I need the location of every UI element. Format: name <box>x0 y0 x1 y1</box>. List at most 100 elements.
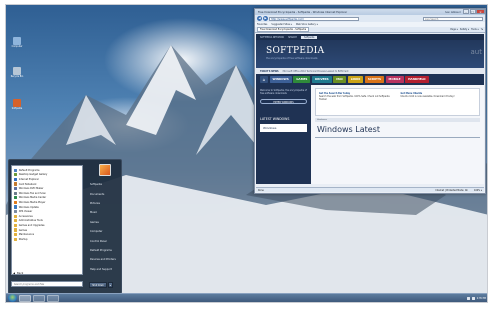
nav-games[interactable]: GAMES <box>293 76 311 83</box>
program-icon <box>14 205 18 209</box>
desktop-icon-softpedia[interactable]: Softpedia <box>10 99 24 111</box>
welcome-text: Welcome to Softpedia, the encyclopedia o… <box>260 89 307 95</box>
enter-windows-button[interactable]: ENTER WINDOWS <box>260 99 307 104</box>
start-orb-icon[interactable] <box>8 294 17 302</box>
desktop-icon-computer[interactable]: Computer <box>10 37 24 49</box>
back-button[interactable]: ◀ Back <box>13 272 23 275</box>
favorites-button[interactable]: Favorites <box>257 23 267 26</box>
nav-mac[interactable]: MAC <box>333 76 347 83</box>
nav-scripts[interactable]: SCRIPTS <box>364 76 385 83</box>
search-scope-select[interactable]: Softpedia <box>300 35 318 39</box>
minimize-button[interactable]: – <box>463 9 469 14</box>
program-icon <box>14 196 18 200</box>
user-name: Ivan Iabbaud <box>444 10 461 14</box>
back-arrow-icon: ◀ <box>13 272 15 275</box>
right-panel: Get the Search Bar today Search the web … <box>311 85 484 184</box>
list-item-label: Accessories <box>18 214 33 218</box>
security-zone[interactable]: Internet | Protected Mode: On <box>435 189 467 192</box>
taskbar: 2:35 PM <box>6 293 487 302</box>
windows-tab[interactable]: Windows <box>260 124 307 132</box>
right-item[interactable]: Default Programs <box>87 246 121 255</box>
folder-icon <box>14 228 18 232</box>
tools-menu[interactable]: Tools ▾ <box>471 28 479 31</box>
list-item-label: Windows DVD Maker <box>18 187 44 191</box>
right-item[interactable]: Control Panel <box>87 236 121 245</box>
category-nav: ⌂ WINDOWS GAMES DRIVERS MAC LINUX SCRIPT… <box>256 74 484 85</box>
forward-arrow-icon[interactable]: ▶ <box>263 16 268 21</box>
right-item[interactable]: Computer <box>87 227 121 236</box>
favorite-item[interactable]: Suggested Sites ▾ <box>271 23 291 26</box>
program-icon <box>14 191 18 195</box>
list-item[interactable]: Startup <box>14 237 80 242</box>
right-item[interactable]: Softpedia <box>87 180 121 189</box>
promo-text: Search the web from Softpedia. 100% Safe… <box>319 95 390 101</box>
news-link[interactable]: Microsoft Office 2010 Technical Preview … <box>283 70 349 73</box>
window-title: Free Download Encyclopedia - Softpedia -… <box>258 10 348 14</box>
favorite-item[interactable]: Web Slice Gallery ▾ <box>296 23 318 26</box>
search-label: SEARCH <box>288 35 297 39</box>
status-bar: Done Internet | Protected Mode: On 100% … <box>256 187 484 192</box>
url-input[interactable]: http://www.softpedia.com/ <box>269 16 359 21</box>
nav-mobile[interactable]: MOBILE <box>385 76 404 83</box>
recycle-bin-icon <box>13 67 21 75</box>
list-item-label: Internet Explorer <box>18 177 39 181</box>
site-header: SOFTPEDIA the encyclopedia of free softw… <box>256 40 484 68</box>
shutdown-options-button[interactable]: ▸ <box>108 282 113 288</box>
right-item[interactable]: Documents <box>87 189 121 198</box>
safety-menu[interactable]: Safety ▾ <box>460 28 469 31</box>
volume-icon[interactable] <box>471 296 475 300</box>
search-input[interactable]: Live Search <box>423 16 483 21</box>
maximize-button[interactable]: □ <box>469 9 476 14</box>
status-text: Done <box>258 188 264 192</box>
nav-handheld[interactable]: HANDHELD <box>405 76 429 83</box>
tab-softpedia[interactable]: Free Download Encyclopedia - Softpedia <box>257 27 310 32</box>
nav-windows[interactable]: WINDOWS <box>269 76 292 83</box>
network-icon[interactable] <box>466 296 470 300</box>
list-item-label: Default Programs <box>18 168 40 172</box>
help-menu[interactable]: ?▾ <box>481 28 483 31</box>
promo-box: Get the Search Bar today Search the web … <box>315 88 480 116</box>
list-item-label: Card Notebook <box>18 182 37 186</box>
zoom-level[interactable]: 100% ▾ <box>474 189 482 192</box>
header-side-text: aut <box>470 48 482 56</box>
user-picture[interactable] <box>99 164 111 176</box>
program-icon <box>14 210 18 214</box>
right-item[interactable]: Help and Support <box>87 265 121 274</box>
taskbar-ie-button[interactable] <box>19 294 31 302</box>
list-item-label: Administrative Tools <box>18 219 43 223</box>
list-item-label: Windows Media Center <box>18 196 47 200</box>
clock[interactable]: 2:35 PM <box>477 297 486 300</box>
site-logo[interactable]: SOFTPEDIA <box>266 46 324 56</box>
divider <box>315 137 480 138</box>
browser-window[interactable]: Free Download Encyclopedia - Softpedia -… <box>254 8 486 194</box>
back-arrow-icon[interactable]: ◀ <box>257 16 262 21</box>
softpedia-icon <box>13 99 21 107</box>
network-link[interactable]: SOFTPEDIA NETWORK <box>260 36 284 39</box>
desktop-icon-recycle-bin[interactable]: Recycle Bin <box>10 67 24 79</box>
programs-list: Default Programs Desktop Gadget Gallery … <box>11 165 83 275</box>
page-menu[interactable]: Page ▾ <box>450 28 457 31</box>
taskbar-explorer-button[interactable] <box>33 294 45 302</box>
home-icon[interactable]: ⌂ <box>260 76 268 83</box>
shutdown-button[interactable]: Shut down <box>89 282 107 288</box>
system-tray: 2:35 PM <box>466 296 486 300</box>
list-item-label: Games and Upgrades <box>18 223 45 227</box>
list-item-label: Games <box>18 228 28 232</box>
right-item[interactable]: Pictures <box>87 199 121 208</box>
close-button[interactable]: × <box>476 9 485 14</box>
program-icon <box>14 187 18 191</box>
desktop: Computer Recycle Bin Softpedia Free Down… <box>5 4 488 303</box>
right-item[interactable]: Devices and Printers <box>87 255 121 264</box>
taskbar-media-player-button[interactable] <box>47 294 59 302</box>
nav-drivers[interactable]: DRIVERS <box>311 76 332 83</box>
right-item[interactable]: Games <box>87 218 121 227</box>
folder-icon <box>14 219 18 223</box>
program-icon <box>14 200 18 205</box>
page-content: SOFTPEDIA NETWORK SEARCH Softpedia SOFTP… <box>256 34 484 184</box>
right-item[interactable]: Music <box>87 208 121 217</box>
nav-linux[interactable]: LINUX <box>347 76 364 83</box>
start-search-input[interactable]: Search programs and files <box>11 281 83 287</box>
computer-icon <box>13 37 21 45</box>
news-label: TODAY'S NEWS <box>260 69 279 73</box>
back-label: Back <box>17 272 24 275</box>
